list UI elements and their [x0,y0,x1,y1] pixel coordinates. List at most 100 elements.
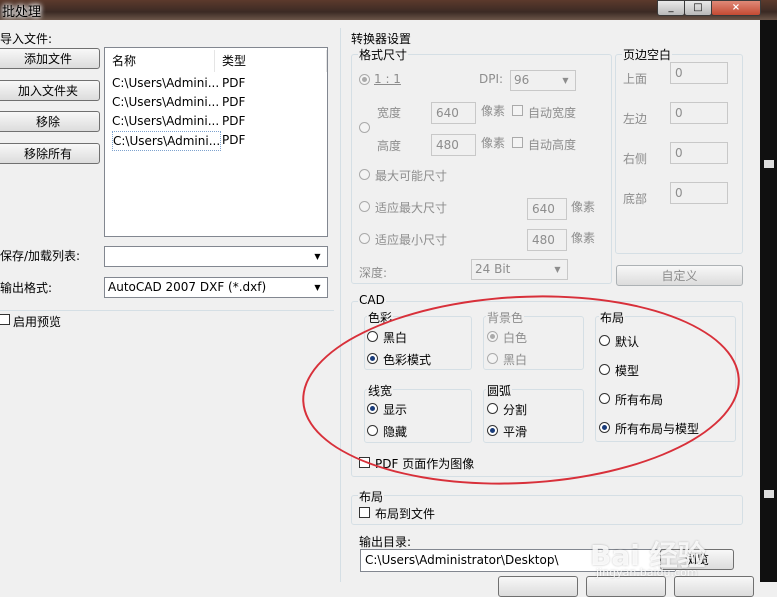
arc-split-radio[interactable] [487,403,498,414]
fit-max-label: 适应最大尺寸 [375,201,448,215]
auto-width-checkbox[interactable] [512,105,523,116]
chevron-down-icon: ▼ [554,265,561,274]
dpi-select[interactable]: 96 ▼ [510,70,576,91]
lineweight-hide-radio[interactable] [367,425,378,436]
fit-min-label: 适应最小尺寸 [375,233,448,247]
margin-bottom-field[interactable]: 0 [670,182,728,204]
cad-title: CAD [358,293,386,307]
enable-preview-checkbox[interactable] [0,314,10,325]
auto-height-checkbox[interactable] [512,137,523,148]
arc-title: 圆弧 [486,382,513,399]
arc-split-label: 分割 [503,403,528,417]
ok-button[interactable] [498,576,578,597]
save-load-list-label: 保存/加载列表: [0,249,81,263]
layout-title: 布局 [599,309,626,326]
chevron-down-icon: ▼ [562,76,569,85]
file-name: C:\Users\Admini... [112,95,220,109]
auto-height-label: 自动高度 [528,138,577,152]
max-possible-label: 最大可能尺寸 [375,169,448,183]
minimize-button[interactable]: _ [657,0,685,16]
depth-label: 深度: [359,266,388,280]
color-mono-label: 黑白 [383,331,408,345]
file-name: C:\Users\Admini... [112,114,220,128]
maximize-button[interactable]: □ [684,0,712,16]
chevron-down-icon: ▼ [314,283,321,292]
arc-smooth-radio[interactable] [487,425,498,436]
margin-bottom-label: 底部 [623,192,648,206]
color-mode-label: 色彩模式 [383,353,432,367]
depth-select[interactable]: 24 Bit ▼ [471,259,568,280]
enable-preview-label: 启用预览 [13,315,62,329]
color-title: 色彩 [367,309,394,326]
file-type: PDF [222,76,246,90]
list-item[interactable]: C:\Users\Admini... PDF [110,74,322,92]
width-px-label: 像素 [481,104,506,118]
background-black-label: 黑白 [503,353,528,367]
layout-all-model-label: 所有布局与模型 [615,422,700,436]
margin-top-field[interactable]: 0 [670,62,728,84]
edge-marker [764,160,774,168]
lineweight-show-radio[interactable] [367,403,378,414]
list-item-selected[interactable]: C:\Users\Admini... PDF [110,131,322,151]
pdf-as-image-checkbox[interactable] [359,457,370,468]
ratio-label: 1 : 1 [374,72,401,86]
custom-margins-button[interactable]: 自定义 [616,265,743,286]
ratio-radio[interactable] [359,74,370,85]
list-item[interactable]: C:\Users\Admini... PDF [110,93,322,111]
layout-to-file-checkbox[interactable] [359,507,370,518]
fit-max-radio[interactable] [359,201,370,212]
background-white-radio[interactable] [487,331,498,342]
output-format-label: 输出格式: [0,281,53,295]
add-file-button[interactable]: 添加文件 [0,48,100,69]
import-files-label: 导入文件: [0,32,53,46]
color-mode-radio[interactable] [367,353,378,364]
output-format-select[interactable]: AutoCAD 2007 DXF (*.dxf) ▼ [104,277,328,298]
background-black-radio[interactable] [487,353,498,364]
file-type: PDF [222,133,246,147]
remove-all-button[interactable]: 移除所有 [0,143,100,164]
height-px-label: 像素 [481,136,506,150]
add-folder-button[interactable]: 加入文件夹 [0,80,100,101]
fit-min-radio[interactable] [359,233,370,244]
layout-all-radio[interactable] [599,393,610,404]
close-dialog-button[interactable] [674,576,754,597]
fit-min-field[interactable]: 480 [527,229,567,251]
column-header-type[interactable]: 类型 [215,50,327,72]
layout-default-radio[interactable] [599,335,610,346]
column-header-name[interactable]: 名称 [105,50,215,72]
layout-section-title: 布局 [358,488,385,505]
margin-right-label: 右侧 [623,152,648,166]
height-field[interactable]: 480 [431,134,476,156]
dpi-value: 96 [514,73,530,87]
save-load-list-select[interactable]: ▼ [104,246,328,267]
background-title: 背景色 [486,309,525,326]
layout-to-file-label: 布局到文件 [375,507,436,521]
list-item[interactable]: C:\Users\Admini... PDF [110,112,322,130]
remove-button[interactable]: 移除 [0,111,100,132]
width-field[interactable]: 640 [431,102,476,124]
file-list[interactable]: 名称 类型 C:\Users\Admini... PDF C:\Users\Ad… [104,47,328,237]
file-type: PDF [222,114,246,128]
auto-width-label: 自动宽度 [528,106,577,120]
layout-all-model-radio[interactable] [599,422,610,433]
fit-max-field[interactable]: 640 [527,198,567,220]
baidu-watermark: Bai 经验 jingyan.baidu.com [590,534,706,579]
lineweight-show-label: 显示 [383,403,408,417]
batch-dialog: 导入文件: 添加文件 加入文件夹 移除 移除所有 名称 类型 C:\Users\… [0,20,760,597]
background-window-edge [760,20,777,582]
pdf-as-image-label: PDF 页面作为图像 [375,457,475,471]
custom-size-radio[interactable] [359,122,370,133]
lineweight-title: 线宽 [367,382,394,399]
margin-right-field[interactable]: 0 [670,142,728,164]
fit-min-px-label: 像素 [571,231,596,245]
layout-model-radio[interactable] [599,364,610,375]
depth-value: 24 Bit [475,262,511,276]
title-bar[interactable]: 批处理 _ □ × [0,0,777,20]
margin-left-field[interactable]: 0 [670,102,728,124]
close-button[interactable]: × [711,0,761,16]
color-mono-radio[interactable] [367,331,378,342]
file-type: PDF [222,95,246,109]
max-possible-radio[interactable] [359,169,370,180]
cancel-button[interactable] [586,576,666,597]
arc-smooth-label: 平滑 [503,425,528,439]
